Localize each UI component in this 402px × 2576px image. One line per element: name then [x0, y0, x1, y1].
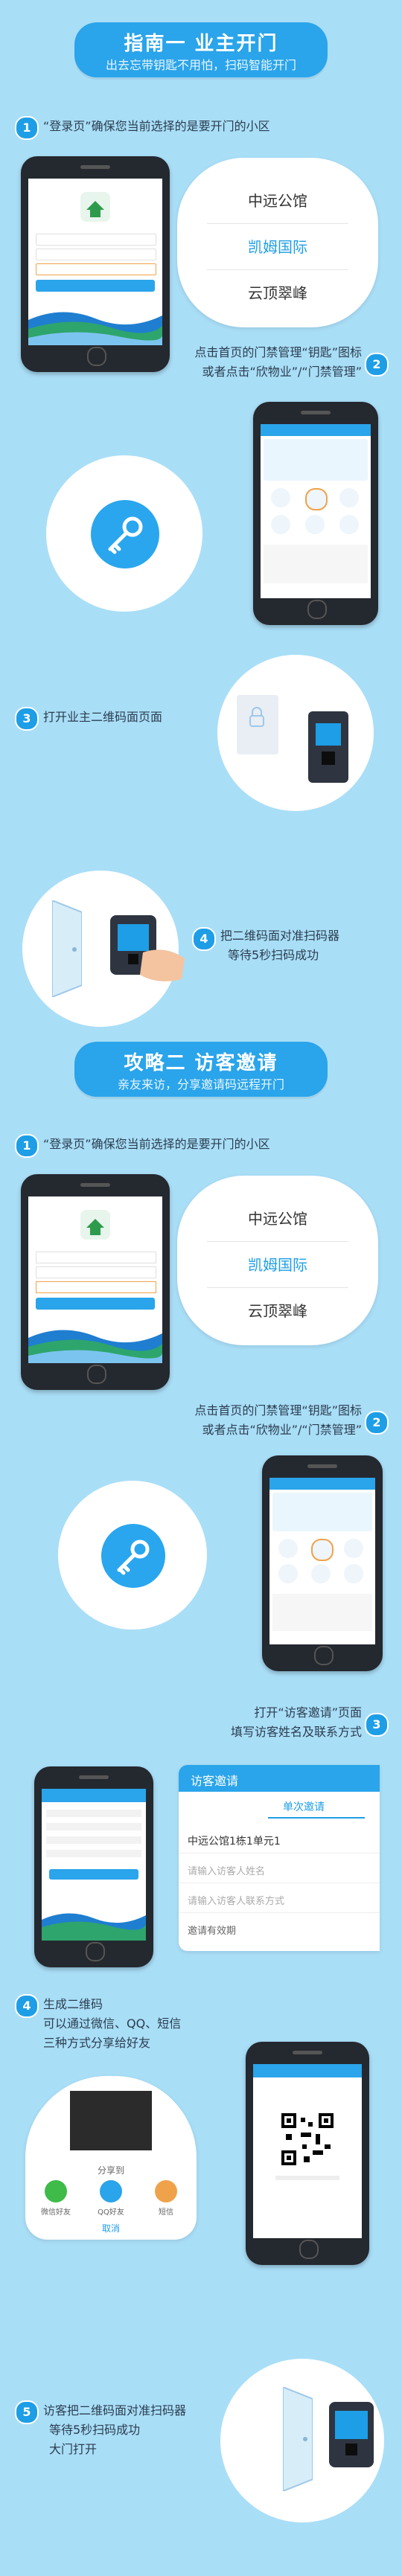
section1-title: 指南一 业主开门 [124, 33, 278, 55]
s2-step3-text1: 打开“访客邀请”页面 [254, 1705, 362, 1720]
qq-icon[interactable] [100, 2180, 122, 2202]
s2-step3-text2: 填写访客姓名及联系方式 [230, 1725, 362, 1739]
community-item-selected[interactable]: 凯姆国际 [177, 235, 378, 257]
username-field[interactable] [36, 1252, 156, 1263]
invite-validity-label: 邀请有效期 [188, 1926, 237, 1937]
share-option-wechat[interactable]: 微信好友 [28, 2205, 83, 2217]
qr-code-preview [70, 2091, 152, 2150]
door-illustration [51, 899, 83, 999]
qr-screen [253, 2064, 362, 2238]
share-dialog-title: 分享到 [97, 2165, 124, 2176]
qr-code [280, 2112, 335, 2167]
home-screen [261, 424, 371, 598]
community-selector[interactable] [36, 263, 156, 275]
share-dialog: 分享到 微信好友 QQ好友 短信 取消 [25, 2076, 197, 2240]
s2-step2-text1: 点击首页的门禁管理“钥匙”图标 [194, 1403, 362, 1417]
app-logo [80, 192, 110, 222]
sms-icon[interactable] [155, 2180, 177, 2202]
home-screen [269, 1478, 375, 1644]
qr-scanner-device [308, 711, 348, 783]
infographic-page: 指南一 业主开门 出去忘带钥匙不用怕，扫码智能开门 1 “登录页”确保您当前选择… [0, 0, 402, 2576]
s2-visitor-phone [34, 1766, 153, 1967]
section1-subtitle: 出去忘带钥匙不用怕，扫码智能开门 [105, 58, 296, 72]
s1-step4-text1: 把二维码面对准扫码器 [220, 929, 340, 943]
s2-step4-number: 4 [15, 1994, 39, 2018]
section2-banner: 攻略二 访客邀请 亲友来访，分享邀请码远程开门 [74, 1042, 328, 1097]
community-item-selected[interactable]: 凯姆国际 [177, 1253, 378, 1275]
login-wave-decoration [28, 1323, 162, 1363]
login-screen [28, 1196, 162, 1363]
home-banner-image [264, 439, 368, 481]
s1-step2-text2: 或者点击“欣物业”/“门禁管理” [202, 365, 362, 379]
tab-single-invite[interactable]: 单次邀请 [283, 1799, 325, 1814]
wechat-icon[interactable] [45, 2180, 67, 2202]
visitor-form-zoom: 访客邀请 单次邀请 中远公馆1栋1单元1 请输入访客人姓名 请输入访客人联系方式… [179, 1765, 380, 1951]
s1-login-phone [21, 156, 170, 372]
key-icon[interactable] [91, 500, 159, 568]
hand-holding-phone [135, 945, 188, 985]
section2-title: 攻略二 访客邀请 [124, 1052, 278, 1074]
s2-login-phone [21, 1174, 170, 1390]
scanner-with-phone [329, 2402, 374, 2467]
s2-home-phone [262, 1455, 383, 1671]
s1-step3-number: 3 [15, 707, 39, 731]
home-product-row [264, 545, 368, 583]
s1-home-phone [253, 402, 378, 625]
visitor-form-title: 访客邀请 [191, 1774, 239, 1788]
password-field[interactable] [36, 1266, 156, 1278]
s2-step2-number: 2 [365, 1411, 389, 1435]
door-illustration [282, 2386, 313, 2493]
share-option-sms[interactable]: 短信 [138, 2205, 194, 2217]
s2-step5-text3: 大门打开 [49, 2442, 98, 2456]
key-icon[interactable] [101, 1524, 165, 1588]
s1-step4-number: 4 [192, 927, 216, 951]
community-list: 中远公馆 凯姆国际 云顶翠峰 [177, 158, 378, 327]
community-item[interactable]: 云顶翠峰 [177, 281, 378, 303]
s2-step4-text3: 三种方式分享给好友 [43, 2036, 151, 2050]
door-key-tile[interactable] [305, 488, 328, 510]
s1-step4-text2: 等待5秒扫码成功 [228, 948, 319, 962]
s2-qr-phone [246, 2042, 369, 2265]
s1-step1-number: 1 [15, 116, 39, 140]
s1-step2-number: 2 [365, 353, 389, 377]
door-panel [237, 695, 278, 754]
community-item[interactable]: 中远公馆 [177, 1207, 378, 1228]
login-screen [28, 179, 162, 345]
s1-step2-text1: 点击首页的门禁管理“钥匙”图标 [194, 345, 362, 359]
visitor-name-input[interactable]: 请输入访客人姓名 [188, 1863, 265, 1877]
room-value: 中远公馆1栋1单元1 [188, 1836, 281, 1848]
s2-step5-number: 5 [15, 2400, 39, 2424]
s2-step1-text: “登录页”确保您当前选择的是要开门的小区 [43, 1137, 270, 1151]
section2-subtitle: 亲友来访，分享邀请码远程开门 [117, 1077, 284, 1092]
username-field[interactable] [36, 234, 156, 246]
s2-step5-text2: 等待5秒扫码成功 [49, 2423, 141, 2437]
share-option-qq[interactable]: QQ好友 [83, 2205, 138, 2217]
s2-step4-text1: 生成二维码 [43, 1997, 103, 2011]
visitor-phone-input[interactable]: 请输入访客人联系方式 [188, 1893, 284, 1907]
community-list: 中远公馆 凯姆国际 云顶翠峰 [177, 1176, 378, 1345]
community-item[interactable]: 中远公馆 [177, 189, 378, 211]
section1-banner: 指南一 业主开门 出去忘带钥匙不用怕，扫码智能开门 [74, 22, 328, 77]
login-wave-decoration [28, 305, 162, 345]
s2-step1-number: 1 [15, 1134, 39, 1158]
s2-step4-text2: 可以通过微信、QQ、短信 [43, 2016, 182, 2031]
s1-step1-text: “登录页”确保您当前选择的是要开门的小区 [43, 119, 270, 133]
s2-step3-number: 3 [365, 1713, 389, 1737]
password-field[interactable] [36, 249, 156, 260]
s2-step5-text1: 访客把二维码面对准扫码器 [43, 2403, 187, 2418]
door-key-tile[interactable] [311, 1539, 334, 1561]
s2-step2-text2: 或者点击“欣物业”/“门禁管理” [202, 1423, 362, 1437]
share-cancel-button[interactable]: 取消 [25, 2222, 197, 2234]
s1-step3-text: 打开业主二维码面页面 [43, 710, 163, 724]
login-button[interactable] [36, 1298, 155, 1310]
visitor-screen [42, 1789, 146, 1941]
community-item[interactable]: 云顶翠峰 [177, 1299, 378, 1321]
community-selector[interactable] [36, 1281, 156, 1293]
app-logo [80, 1210, 110, 1240]
login-button[interactable] [36, 280, 155, 292]
